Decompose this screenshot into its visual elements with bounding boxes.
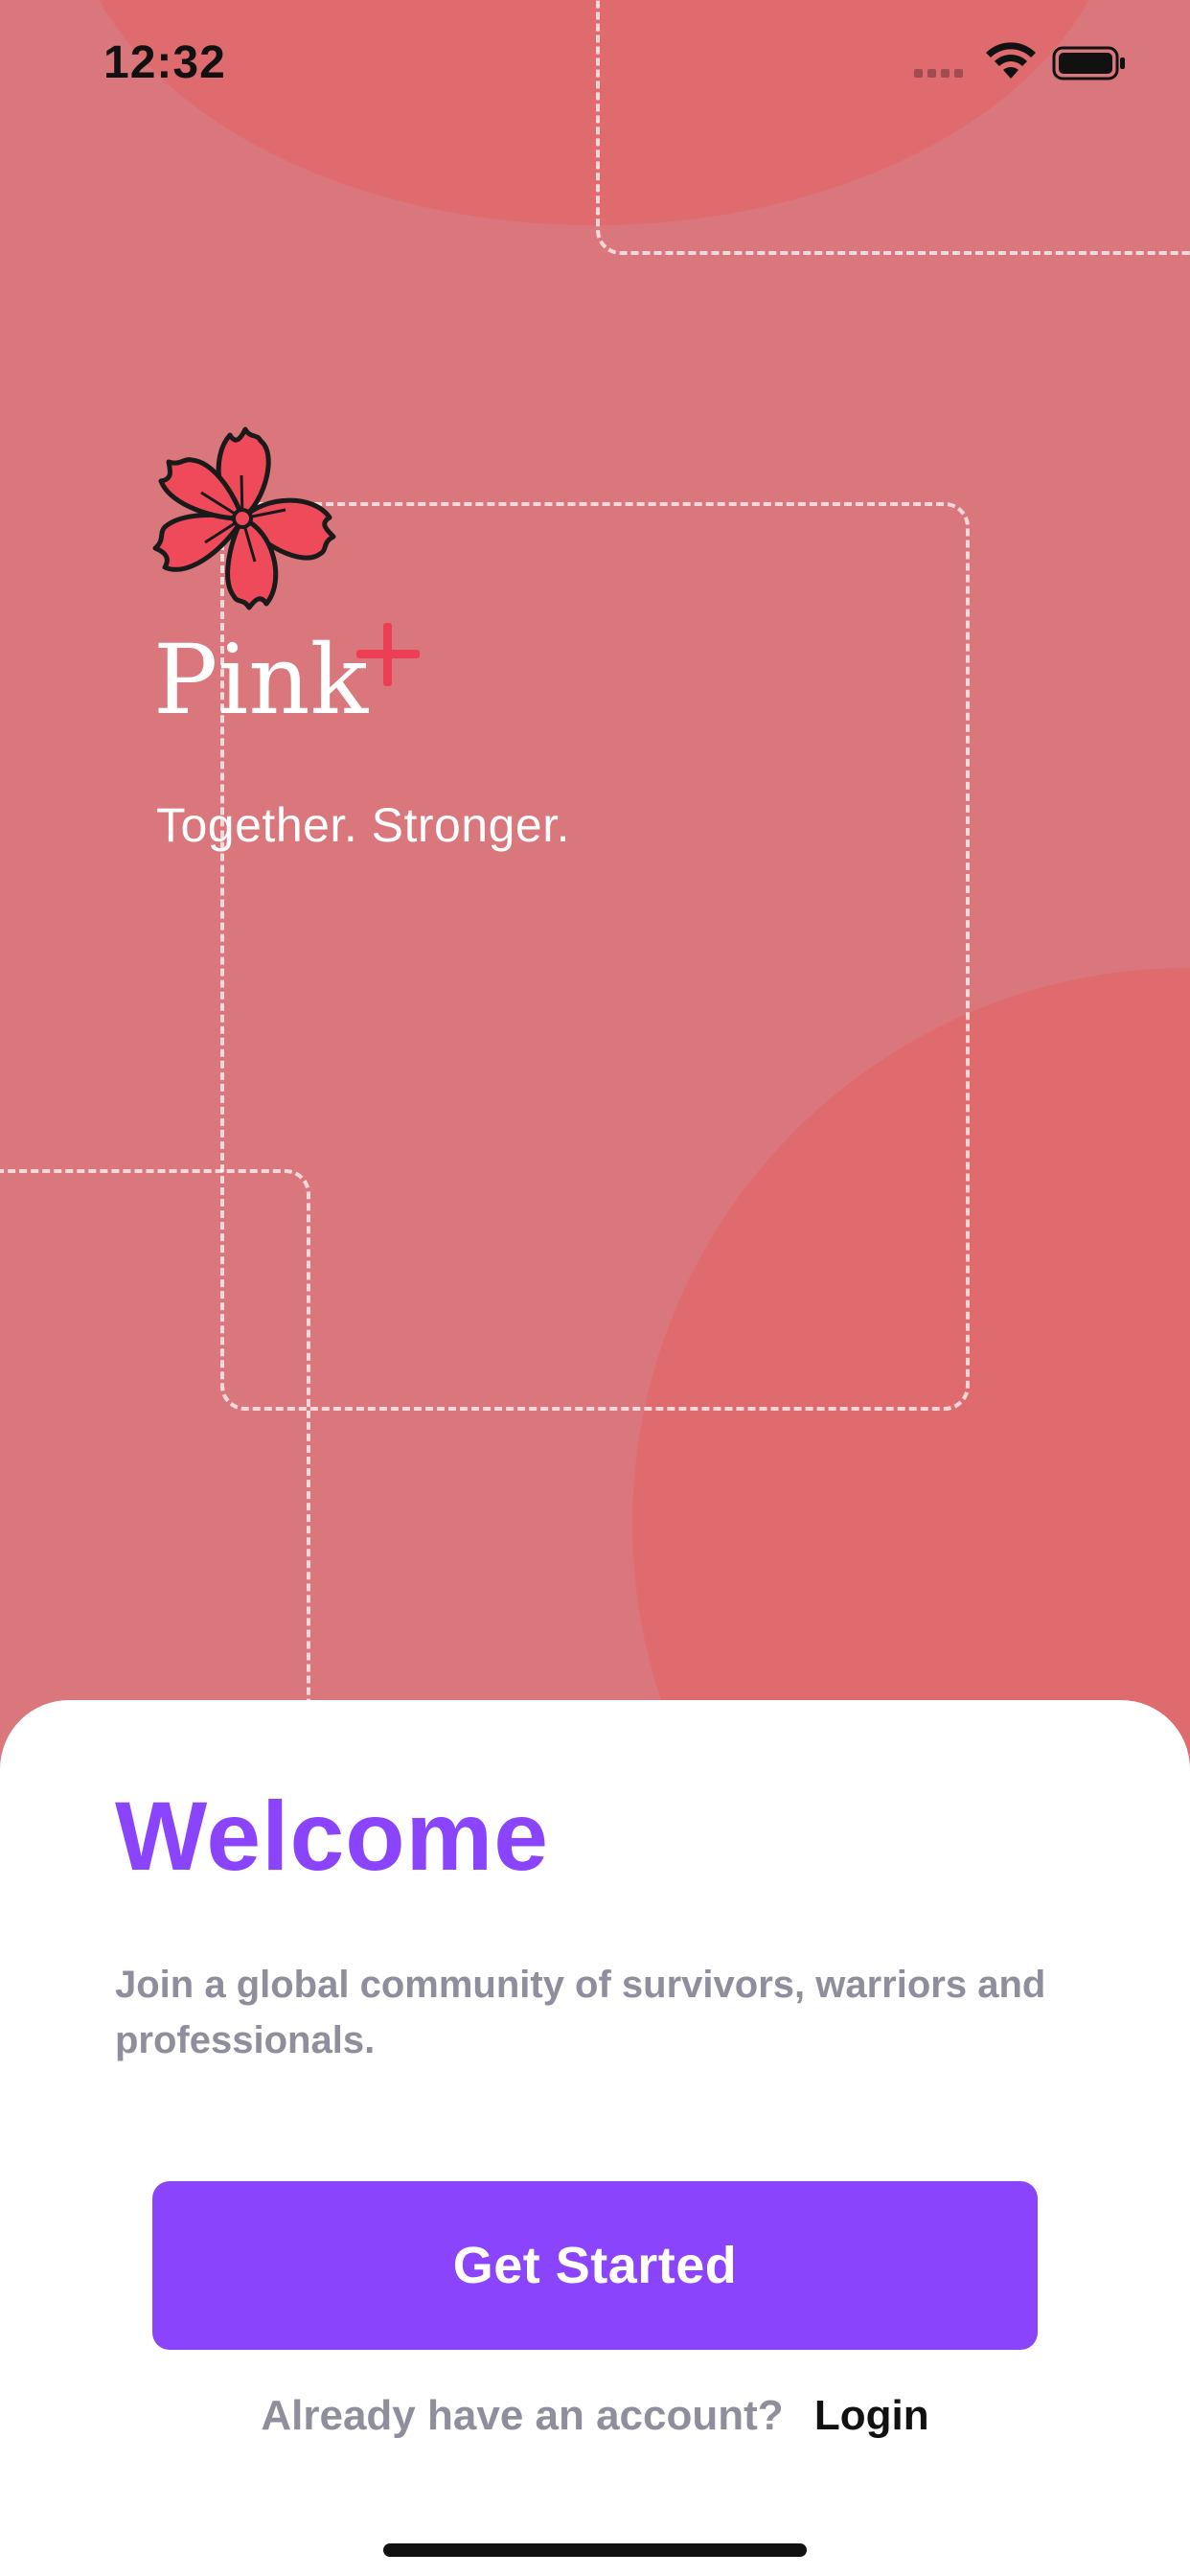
status-time: 12:32 [103, 37, 226, 88]
account-prompt: Already have an account? [261, 2392, 784, 2439]
status-bar: 12:32 [0, 0, 1190, 126]
login-row: Already have an account? Login [0, 2392, 1190, 2440]
home-indicator[interactable] [383, 2543, 807, 2557]
brand-wordmark: Pink [153, 624, 369, 736]
wifi-icon [986, 42, 1036, 79]
dashed-frame-left [0, 1169, 310, 1786]
welcome-sheet: Welcome Join a global community of survi… [0, 1700, 1190, 2576]
welcome-screen: 12:32 Pink Together. Stronger. Welcome J… [0, 0, 1190, 2576]
battery-icon [1052, 46, 1125, 80]
cellular-signal-icon [914, 69, 963, 78]
login-link[interactable]: Login [814, 2392, 929, 2439]
plus-icon [356, 623, 420, 686]
flower-logo-icon [152, 426, 336, 610]
get-started-button[interactable]: Get Started [152, 2181, 1038, 2350]
brand-tagline: Together. Stronger. [156, 798, 571, 852]
welcome-description: Join a global community of survivors, wa… [115, 1964, 1046, 2061]
welcome-title: Welcome [115, 1782, 549, 1891]
